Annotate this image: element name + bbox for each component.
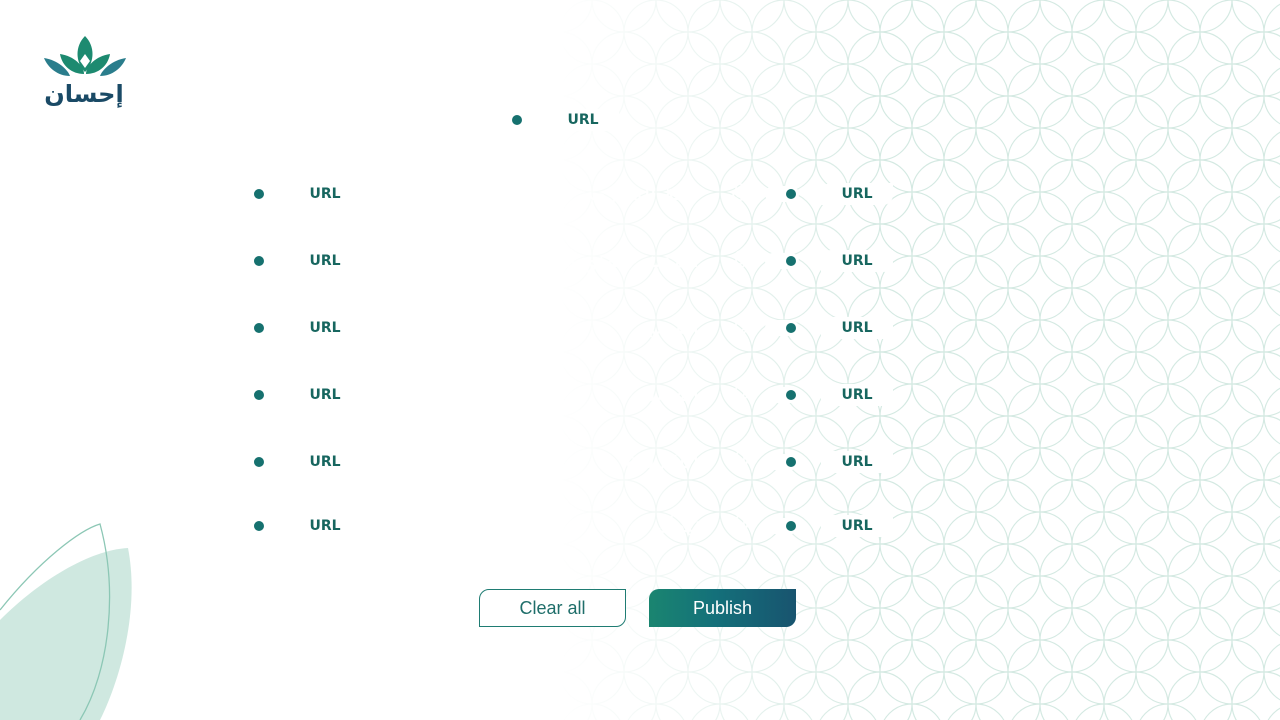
toggle-switch[interactable] — [233, 253, 267, 269]
region-name: نجران — [112, 382, 167, 407]
toggle-knob — [254, 256, 264, 266]
url-input[interactable]: URL — [289, 451, 361, 473]
region-name: حائل — [123, 181, 167, 206]
url-input[interactable]: URL — [289, 250, 361, 272]
microphone-icon[interactable] — [731, 451, 749, 473]
toggle-switch[interactable] — [765, 387, 799, 403]
region-name: مكة المكرمة — [582, 181, 699, 206]
toggle-switch[interactable] — [491, 112, 525, 128]
url-input[interactable]: URL — [821, 515, 893, 537]
publish-button[interactable]: Publish — [649, 589, 796, 627]
toggle-knob — [254, 521, 264, 531]
toggle-switch[interactable] — [233, 186, 267, 202]
region-name: الشرقية — [625, 449, 699, 474]
url-input[interactable]: URL — [821, 451, 893, 473]
toggle-switch[interactable] — [233, 320, 267, 336]
toggle-switch[interactable] — [765, 186, 799, 202]
region-name: المدينة المنورة — [564, 248, 699, 273]
url-input[interactable]: URL — [289, 183, 361, 205]
toggle-switch[interactable] — [765, 454, 799, 470]
toggle-knob — [786, 457, 796, 467]
microphone-icon[interactable] — [199, 317, 217, 339]
microphone-icon[interactable] — [199, 384, 217, 406]
microphone-icon[interactable] — [731, 384, 749, 406]
toggle-knob — [786, 390, 796, 400]
logo-text: إحسان — [44, 80, 124, 108]
url-input[interactable]: URL — [289, 384, 361, 406]
url-input[interactable]: URL — [547, 109, 619, 131]
region-name: الجوف — [105, 513, 167, 538]
toggle-knob — [254, 189, 264, 199]
url-input[interactable]: URL — [821, 384, 893, 406]
url-input[interactable]: URL — [289, 515, 361, 537]
clear-all-button[interactable]: Clear all — [479, 589, 626, 627]
url-input[interactable]: URL — [821, 317, 893, 339]
toggle-knob — [254, 390, 264, 400]
toggle-switch[interactable] — [233, 387, 267, 403]
microphone-icon[interactable] — [457, 109, 475, 131]
microphone-icon[interactable] — [199, 515, 217, 537]
region-name: الرياض — [360, 107, 425, 132]
microphone-icon[interactable] — [199, 250, 217, 272]
toggle-knob — [786, 256, 796, 266]
region-name: جازان — [113, 315, 167, 340]
toggle-switch[interactable] — [233, 518, 267, 534]
toggle-knob — [254, 457, 264, 467]
region-name: تبوك — [656, 513, 699, 538]
microphone-icon[interactable] — [199, 451, 217, 473]
region-name: الباحة — [115, 449, 167, 474]
microphone-icon[interactable] — [731, 250, 749, 272]
toggle-switch[interactable] — [233, 454, 267, 470]
microphone-icon[interactable] — [731, 515, 749, 537]
toggle-switch[interactable] — [765, 253, 799, 269]
toggle-knob — [512, 115, 522, 125]
toggle-switch[interactable] — [765, 320, 799, 336]
url-input[interactable]: URL — [821, 250, 893, 272]
url-input[interactable]: URL — [821, 183, 893, 205]
region-name: القصيم — [634, 382, 699, 407]
toggle-knob — [786, 323, 796, 333]
microphone-icon[interactable] — [731, 183, 749, 205]
toggle-switch[interactable] — [765, 518, 799, 534]
region-name: القصيم — [634, 315, 699, 340]
url-input[interactable]: URL — [289, 317, 361, 339]
toggle-knob — [786, 521, 796, 531]
region-name: الحدود الشمالية — [24, 248, 167, 273]
toggle-knob — [254, 323, 264, 333]
microphone-icon[interactable] — [731, 317, 749, 339]
toggle-knob — [786, 189, 796, 199]
microphone-icon[interactable] — [199, 183, 217, 205]
